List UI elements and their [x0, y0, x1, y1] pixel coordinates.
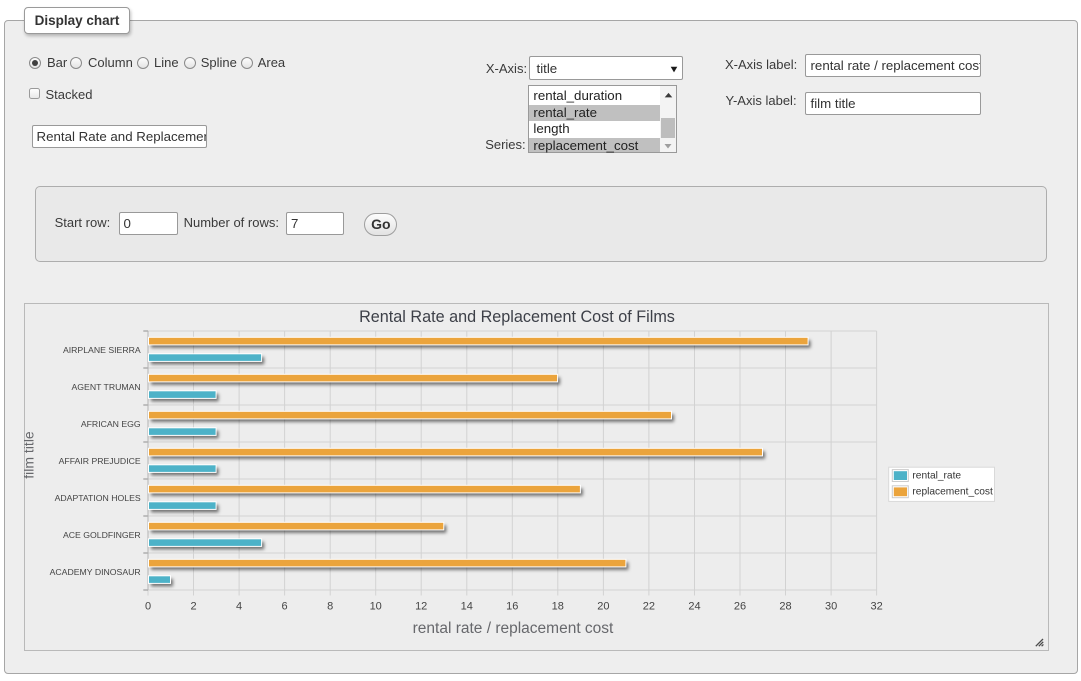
svg-text:2: 2: [190, 601, 196, 613]
svg-text:4: 4: [236, 601, 242, 613]
svg-text:ACE GOLDFINGER: ACE GOLDFINGER: [63, 530, 141, 540]
svg-text:AGENT TRUMAN: AGENT TRUMAN: [72, 382, 141, 392]
svg-text:ADAPTATION HOLES: ADAPTATION HOLES: [55, 493, 141, 503]
svg-text:0: 0: [145, 601, 151, 613]
svg-text:26: 26: [734, 601, 746, 613]
svg-text:AFRICAN EGG: AFRICAN EGG: [81, 419, 141, 429]
svg-text:ACADEMY DINOSAUR: ACADEMY DINOSAUR: [50, 567, 141, 577]
svg-text:AFFAIR PREJUDICE: AFFAIR PREJUDICE: [59, 456, 141, 466]
svg-text:20: 20: [597, 601, 609, 613]
svg-text:rental_rate: rental_rate: [912, 471, 961, 482]
svg-text:AIRPLANE SIERRA: AIRPLANE SIERRA: [63, 345, 141, 355]
svg-text:14: 14: [461, 601, 473, 613]
svg-text:Rental Rate and Replacement Co: Rental Rate and Replacement Cost of Film…: [359, 308, 675, 326]
svg-text:30: 30: [825, 601, 837, 613]
svg-text:6: 6: [282, 601, 288, 613]
svg-text:24: 24: [688, 601, 700, 613]
svg-text:28: 28: [779, 601, 791, 613]
svg-text:10: 10: [370, 601, 382, 613]
svg-text:18: 18: [552, 601, 564, 613]
svg-text:rental rate / replacement cost: rental rate / replacement cost: [413, 620, 614, 637]
svg-text:32: 32: [870, 601, 882, 613]
svg-text:film title: film title: [24, 431, 37, 479]
svg-text:8: 8: [327, 601, 333, 613]
svg-text:22: 22: [643, 601, 655, 613]
svg-text:replacement_cost: replacement_cost: [912, 487, 993, 498]
svg-text:12: 12: [415, 601, 427, 613]
svg-text:16: 16: [506, 601, 518, 613]
